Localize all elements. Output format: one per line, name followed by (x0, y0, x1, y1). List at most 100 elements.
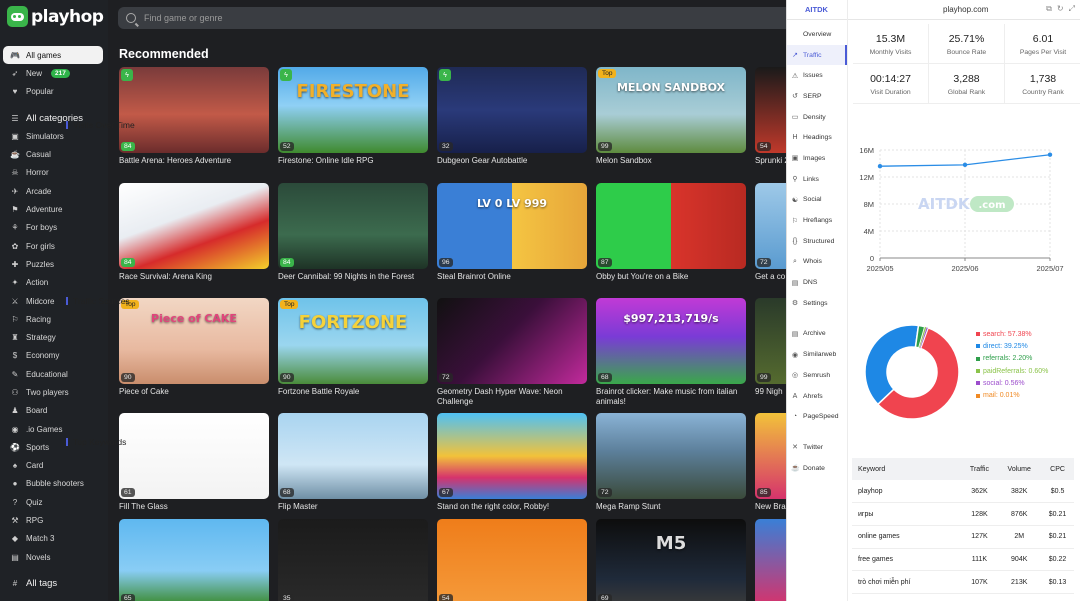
game-thumbnail[interactable]: 67 (437, 413, 587, 499)
game-title[interactable]: Fortzone Battle Royale (278, 387, 428, 397)
game-card[interactable]: Piece of CAKE Top 90 Piece of Cake (119, 298, 269, 397)
game-title[interactable]: Sprunki 2.0 (755, 156, 789, 166)
game-title[interactable]: Brainrot clicker: Make music from italia… (596, 387, 746, 406)
pin-icon[interactable]: ⧉ (1046, 4, 1052, 14)
game-card[interactable]: 72 Get a co (755, 183, 789, 282)
game-card[interactable]: 67 Stand on the right color, Robby! (437, 413, 587, 512)
game-thumbnail[interactable]: 84 (278, 183, 428, 269)
game-card[interactable]: 72 Mega Ramp Stunt (596, 413, 746, 512)
panel-brand[interactable]: AITDK (805, 5, 828, 14)
category-puzzles[interactable]: ✚ Puzzles (3, 255, 103, 273)
game-title[interactable]: Flip Master (278, 502, 428, 512)
panel-nav-headings[interactable]: H Headings (787, 127, 847, 148)
category-rpg[interactable]: ⚒ RPG (3, 511, 103, 529)
panel-nav-ahrefs[interactable]: A Ahrefs (787, 386, 847, 407)
category-horror[interactable]: ☠ Horror (3, 164, 103, 182)
game-card[interactable]: 72 Geometry Dash Hyper Wave: Neon Challen… (437, 298, 587, 406)
panel-nav-archive[interactable]: ▤ Archive (787, 324, 847, 345)
game-thumbnail[interactable]: 54 (437, 519, 587, 601)
game-thumbnail[interactable]: 61 (119, 413, 269, 499)
game-card[interactable]: $997,213,719/s 68 Brainrot clicker: Make m… (596, 298, 746, 406)
game-card[interactable]: FORTZONE Top 90 Fortzone Battle Royale (278, 298, 428, 397)
panel-nav-structured[interactable]: {} Structured (787, 231, 847, 252)
game-card[interactable]: M5 69 (596, 519, 746, 601)
panel-nav-density[interactable]: ▭ Density (787, 107, 847, 128)
column-header[interactable]: CPC (1041, 458, 1074, 480)
game-card[interactable]: 35 (278, 519, 428, 601)
visits-data-point[interactable] (962, 162, 968, 168)
game-title[interactable]: Battle Arena: Heroes Adventure (119, 156, 269, 166)
game-thumbnail[interactable]: 72 (596, 413, 746, 499)
category-strategy[interactable]: ♜ Strategy (3, 328, 103, 346)
game-card[interactable]: 54 (437, 519, 587, 601)
search-input[interactable] (144, 13, 744, 23)
game-thumbnail[interactable]: ϟ 32 (437, 67, 587, 153)
game-title[interactable]: Piece of Cake (119, 387, 269, 397)
game-card[interactable]: 65 (119, 519, 269, 601)
all-tags-link[interactable]: # All tags (3, 574, 103, 592)
panel-nav-whois[interactable]: ⌕ Whois (787, 252, 847, 273)
game-thumbnail[interactable]: M5 69 (596, 519, 746, 601)
column-header[interactable]: Keyword (852, 458, 962, 480)
category-for-girls[interactable]: ✿ For girls (3, 237, 103, 255)
game-card[interactable]: FIRESTONE ϟ 52 Firestone: Online Idle RPG (278, 67, 428, 166)
sidebar-item-popular[interactable]: ♥ Popular (3, 83, 103, 101)
panel-nav-overview[interactable]: Overview (787, 24, 847, 45)
panel-nav-pagespeed[interactable]: ◔ PageSpeed (787, 406, 847, 427)
game-thumbnail[interactable]: $997,213,719/s 68 (596, 298, 746, 384)
playhop-logo[interactable]: playhop (7, 6, 104, 27)
game-title[interactable]: 99 Nigh (755, 387, 789, 397)
game-card[interactable]: 61 Fill The Glass (119, 413, 269, 512)
category--io-games[interactable]: ◉ .io Games (3, 420, 103, 438)
panel-nav-images[interactable]: ▣ Images (787, 148, 847, 169)
game-title[interactable]: Mega Ramp Stunt (596, 502, 746, 512)
game-title[interactable]: Fill The Glass (119, 502, 269, 512)
game-title[interactable]: Race Survival: Arena King (119, 272, 269, 282)
table-row[interactable]: online games 127K 2M $0.21 (852, 525, 1074, 549)
category-arcade[interactable]: ✈ Arcade (3, 182, 103, 200)
expand-icon[interactable]: ⤢ (1069, 4, 1075, 14)
panel-nav-dns[interactable]: ▤ DNS (787, 272, 847, 293)
game-thumbnail[interactable]: 54 (755, 67, 789, 153)
game-title[interactable]: Geometry Dash Hyper Wave: Neon Challenge (437, 387, 587, 406)
panel-nav-settings[interactable]: ⚙ Settings (787, 293, 847, 314)
panel-nav-issues[interactable]: ⚠ Issues (787, 65, 847, 86)
game-title[interactable]: Firestone: Online Idle RPG (278, 156, 428, 166)
game-thumbnail[interactable]: FIRESTONE ϟ 52 (278, 67, 428, 153)
game-thumbnail[interactable]: 99 (755, 298, 789, 384)
game-thumbnail[interactable]: 65 (119, 519, 269, 601)
game-card[interactable]: 85 New Bra (755, 413, 789, 512)
game-card[interactable]: ϟ 84 Battle Arena: Heroes Adventure (119, 67, 269, 166)
category-educational[interactable]: ✎ Educational (3, 365, 103, 383)
panel-nav-serp[interactable]: ↺ SERP (787, 86, 847, 107)
category-card[interactable]: ♠ Card (3, 457, 103, 475)
game-thumbnail[interactable]: 87 (596, 183, 746, 269)
table-row[interactable]: playhop 362K 382K $0.5 (852, 480, 1074, 504)
visits-data-point[interactable] (1047, 152, 1053, 157)
game-card[interactable]: ϟ 32 Dubgeon Gear Autobattle (437, 67, 587, 166)
game-title[interactable]: Get a co (755, 272, 789, 282)
game-title[interactable]: Stand on the right color, Robby! (437, 502, 587, 512)
game-thumbnail[interactable]: 72 (755, 183, 789, 269)
game-thumbnail[interactable]: 68 (278, 413, 428, 499)
game-title[interactable]: Dubgeon Gear Autobattle (437, 156, 587, 166)
game-card[interactable]: 54 Sprunki 2.0 (755, 67, 789, 166)
category-board[interactable]: ♟ Board (3, 402, 103, 420)
refresh-icon[interactable]: ↻ (1057, 4, 1064, 14)
category-novels[interactable]: ▤ Novels (3, 548, 103, 566)
panel-nav-social[interactable]: ☯ Social (787, 190, 847, 211)
category-racing[interactable]: ⚐ Racing (3, 310, 103, 328)
game-title[interactable]: Obby but You're on a Bike (596, 272, 746, 282)
panel-nav-similarweb[interactable]: ◉ Similarweb (787, 344, 847, 365)
category-bubble-shooters[interactable]: ● Bubble shooters (3, 475, 103, 493)
sidebar-item-all-games[interactable]: 🎮 All games (3, 46, 103, 65)
game-card[interactable]: 84 Race Survival: Arena King (119, 183, 269, 282)
game-thumbnail[interactable]: MELON SANDBOX Top 99 (596, 67, 746, 153)
table-row[interactable]: игры 128K 876K $0.21 (852, 502, 1074, 526)
panel-nav-twitter[interactable]: ✕ Twitter (787, 437, 847, 458)
category-for-boys[interactable]: ⚘ For boys (3, 219, 103, 237)
game-thumbnail[interactable]: LV 0 LV 999 96 (437, 183, 587, 269)
game-card[interactable] (755, 519, 789, 601)
category-casual[interactable]: ☕ Casual (3, 145, 103, 163)
category-adventure[interactable]: ⚑ Adventure (3, 200, 103, 218)
